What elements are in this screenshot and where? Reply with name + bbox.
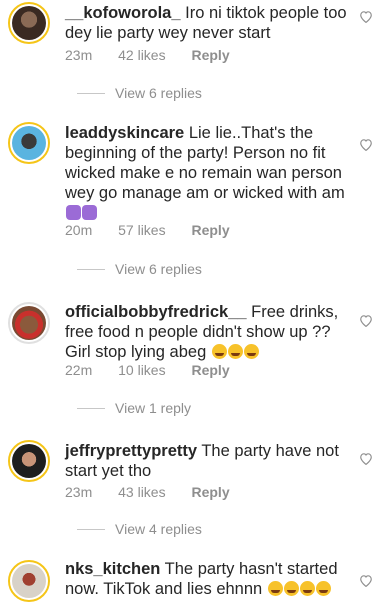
reply-button[interactable]: Reply (191, 222, 229, 238)
comment-meta: 23m 43 likes Reply (65, 484, 252, 500)
heart-icon[interactable] (359, 10, 373, 23)
divider (77, 528, 105, 530)
divider (77, 92, 105, 94)
heart-icon[interactable] (359, 138, 373, 151)
view-replies-button[interactable]: View 6 replies (77, 85, 202, 101)
view-replies-button[interactable]: View 4 replies (77, 521, 202, 537)
tears-of-joy-icon (243, 344, 259, 359)
comment-body: jeffryprettypretty The party have not st… (65, 441, 350, 481)
comment-time: 20m (65, 222, 93, 238)
tears-of-joy-icon (267, 581, 283, 596)
heart-icon[interactable] (359, 452, 373, 465)
comment-username[interactable]: jeffryprettypretty (65, 442, 197, 460)
comment-time: 23m (65, 484, 93, 500)
tears-of-joy-icon (211, 344, 227, 359)
avatar[interactable] (8, 440, 50, 482)
comment-meta: 20m 57 likes Reply (65, 222, 252, 238)
reply-button[interactable]: Reply (191, 362, 229, 378)
tears-of-joy-icon (315, 581, 331, 596)
view-replies-label: View 1 reply (115, 400, 192, 416)
person-gesturing-icon (82, 205, 97, 220)
comment-body: officialbobbyfredrick__ Free drinks, fre… (65, 302, 350, 362)
view-replies-button[interactable]: View 1 reply (77, 400, 191, 416)
comment-likes[interactable]: 42 likes (118, 47, 165, 63)
comment-meta: 23m 42 likes Reply (65, 47, 252, 63)
avatar[interactable] (8, 122, 50, 164)
comment-username[interactable]: leaddyskincare (65, 124, 184, 142)
comment-meta: 22m 10 likes Reply (65, 362, 252, 378)
avatar[interactable] (8, 302, 50, 344)
tears-of-joy-icon (227, 344, 243, 359)
comment-time: 22m (65, 362, 93, 378)
heart-icon[interactable] (359, 574, 373, 587)
divider (77, 407, 105, 409)
avatar[interactable] (8, 2, 50, 44)
comment-likes[interactable]: 43 likes (118, 484, 165, 500)
heart-icon[interactable] (359, 314, 373, 327)
view-replies-button[interactable]: View 6 replies (77, 261, 202, 277)
view-replies-label: View 6 replies (115, 261, 202, 277)
comment-username[interactable]: __kofoworola_ (65, 4, 181, 22)
comment-body: leaddyskincare Lie lie..That's the begin… (65, 123, 350, 223)
comment-username[interactable]: nks_kitchen (65, 560, 160, 578)
comment-body: __kofoworola_ Iro ni tiktok people too d… (65, 3, 350, 43)
person-gesturing-icon (66, 205, 81, 220)
comment-body: nks_kitchen The party hasn't started now… (65, 559, 350, 599)
comment-likes[interactable]: 57 likes (118, 222, 165, 238)
view-replies-label: View 4 replies (115, 521, 202, 537)
divider (77, 268, 105, 270)
comment-likes[interactable]: 10 likes (118, 362, 165, 378)
tears-of-joy-icon (283, 581, 299, 596)
comment-time: 23m (65, 47, 93, 63)
view-replies-label: View 6 replies (115, 85, 202, 101)
tears-of-joy-icon (299, 581, 315, 596)
comment-username[interactable]: officialbobbyfredrick__ (65, 303, 247, 321)
reply-button[interactable]: Reply (191, 47, 229, 63)
reply-button[interactable]: Reply (191, 484, 229, 500)
avatar[interactable] (8, 560, 50, 602)
